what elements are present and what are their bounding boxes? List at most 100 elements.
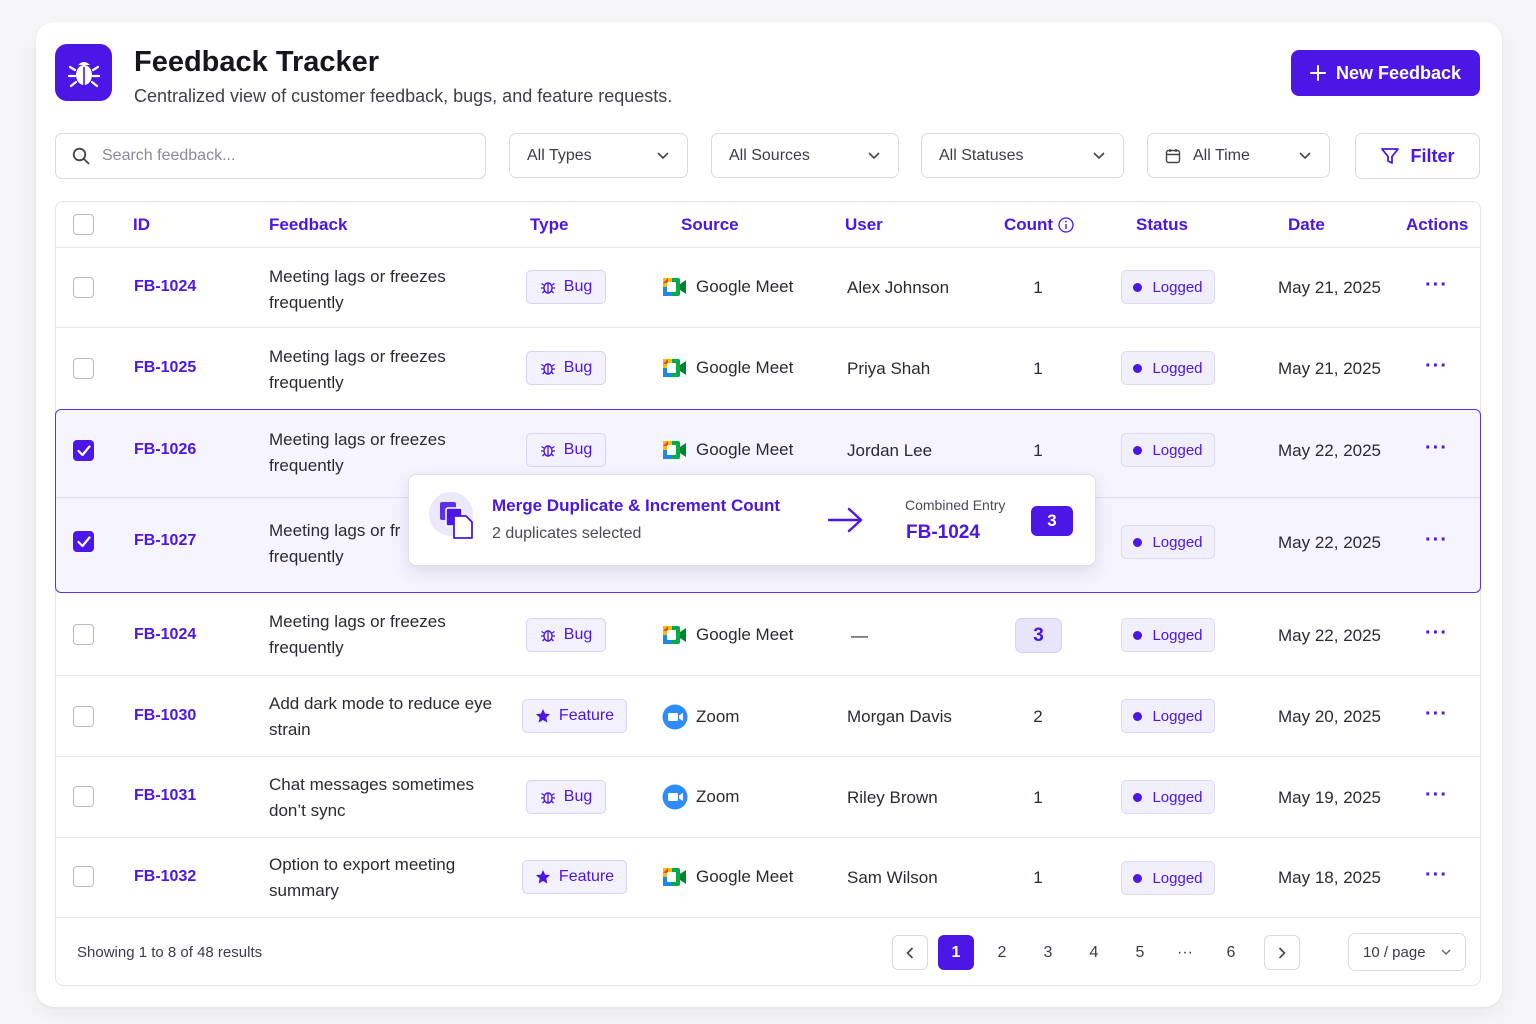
funnel-icon [1381, 148, 1400, 164]
row-feedback: Option to export meeting summary [269, 855, 456, 900]
row-checkbox-checked[interactable] [73, 531, 94, 552]
column-header-user[interactable]: User [845, 215, 883, 235]
row-id[interactable]: FB-1025 [134, 359, 196, 377]
page-button-5[interactable]: 5 [1122, 935, 1158, 970]
row-checkbox[interactable] [73, 786, 94, 807]
status-label: Logged [1152, 359, 1203, 377]
row-actions-menu-icon[interactable]: ··· [1425, 622, 1448, 645]
page-button-1[interactable]: 1 [938, 935, 974, 970]
column-header-status[interactable]: Status [1136, 215, 1188, 235]
type-badge: Bug [526, 270, 606, 304]
source-filter-select[interactable]: All Sources [711, 133, 899, 178]
prev-page-button[interactable] [892, 935, 928, 970]
row-id[interactable]: FB-1032 [134, 868, 196, 886]
row-id[interactable]: FB-1024 [134, 626, 196, 644]
zoom-icon [662, 704, 688, 730]
source-label: Google Meet [696, 358, 794, 377]
row-divider [56, 327, 1480, 328]
row-divider [56, 917, 1480, 918]
row-checkbox[interactable] [73, 277, 94, 298]
row-checkbox[interactable] [73, 866, 94, 887]
filter-label: Filter [1410, 145, 1455, 166]
row-count: 2 [1033, 707, 1043, 726]
status-dot-icon [1133, 282, 1143, 292]
column-header-type[interactable]: Type [530, 215, 568, 235]
star-icon [535, 709, 551, 723]
source-label: Zoom [696, 707, 740, 726]
row-feedback: Meeting lags or freezes frequently [269, 430, 446, 475]
row-date: May 22, 2025 [1278, 533, 1382, 552]
new-feedback-button[interactable]: New Feedback [1291, 50, 1480, 96]
row-id[interactable]: FB-1024 [134, 278, 196, 296]
row-checkbox[interactable] [73, 358, 94, 379]
status-filter-value: All Statuses [939, 146, 1024, 164]
status-badge: Logged [1121, 433, 1215, 467]
row-id[interactable]: FB-1031 [134, 787, 196, 805]
source-label: Zoom [696, 787, 740, 806]
row-id[interactable]: FB-1026 [134, 441, 196, 459]
row-actions-menu-icon[interactable]: ··· [1425, 703, 1448, 726]
row-checkbox-checked[interactable] [73, 440, 94, 461]
merge-duplicates-popup[interactable]: Merge Duplicate & Increment Count 2 dupl… [408, 474, 1096, 566]
status-dot-icon [1133, 363, 1143, 373]
merge-title: Merge Duplicate & Increment Count [492, 496, 781, 515]
page-button-6[interactable]: 6 [1213, 935, 1249, 970]
status-filter-select[interactable]: All Statuses [921, 133, 1124, 178]
page-button-3[interactable]: 3 [1030, 935, 1066, 970]
row-actions-menu-icon[interactable]: ··· [1425, 355, 1448, 378]
type-label: Feature [558, 868, 615, 885]
column-header-source[interactable]: Source [681, 215, 739, 235]
row-actions-menu-icon[interactable]: ··· [1425, 784, 1448, 807]
row-divider [56, 247, 1480, 248]
status-badge: Logged [1121, 351, 1215, 385]
row-user: — [851, 626, 868, 645]
chevron-down-icon [1093, 151, 1105, 159]
row-actions-menu-icon[interactable]: ··· [1425, 274, 1448, 297]
per-page-select[interactable]: 10 / page [1348, 933, 1466, 971]
select-all-checkbox[interactable] [73, 214, 94, 235]
page-button-2[interactable]: 2 [984, 935, 1020, 970]
type-badge: Bug [526, 780, 606, 814]
column-header-date[interactable]: Date [1288, 215, 1325, 235]
row-id[interactable]: FB-1027 [134, 532, 196, 550]
chevron-left-icon [906, 946, 914, 959]
row-count: 1 [1033, 441, 1043, 460]
status-label: Logged [1152, 788, 1203, 806]
checkmark-icon [76, 535, 91, 547]
status-label: Logged [1152, 707, 1203, 725]
column-header-feedback[interactable]: Feedback [269, 215, 347, 235]
combined-entry-label: Combined Entry [905, 497, 1006, 513]
duplicate-icon [440, 502, 473, 539]
row-actions-menu-icon[interactable]: ··· [1425, 437, 1448, 460]
type-badge: Bug [526, 618, 606, 652]
filter-button[interactable]: Filter [1355, 133, 1480, 179]
row-checkbox[interactable] [73, 624, 94, 645]
page-button-4[interactable]: 4 [1076, 935, 1112, 970]
status-dot-icon [1133, 873, 1143, 883]
row-feedback: Meeting lags or freezes frequently [269, 347, 446, 392]
search-box[interactable] [55, 133, 486, 179]
next-page-button[interactable] [1264, 935, 1300, 970]
row-user: Sam Wilson [847, 868, 938, 887]
row-actions-menu-icon[interactable]: ··· [1425, 864, 1448, 887]
chevron-down-icon [868, 151, 880, 159]
search-input[interactable] [102, 147, 462, 165]
type-filter-select[interactable]: All Types [509, 133, 688, 178]
info-icon[interactable] [1058, 217, 1074, 233]
time-filter-select[interactable]: All Time [1147, 133, 1330, 178]
status-dot-icon [1133, 445, 1143, 455]
row-checkbox[interactable] [73, 706, 94, 727]
source-label: Google Meet [696, 440, 794, 459]
bug-logo-icon [67, 61, 100, 87]
source-cell: Google Meet [662, 357, 793, 379]
type-badge: Feature [522, 860, 627, 894]
column-header-count[interactable]: Count [1004, 215, 1053, 235]
row-divider [56, 756, 1480, 757]
type-badge: Bug [526, 433, 606, 467]
row-id[interactable]: FB-1030 [134, 707, 196, 725]
results-summary: Showing 1 to 8 of 48 results [77, 944, 263, 961]
status-badge: Logged [1121, 525, 1215, 559]
column-header-id[interactable]: ID [133, 215, 150, 235]
row-actions-menu-icon[interactable]: ··· [1425, 529, 1448, 552]
source-cell: Zoom [662, 704, 739, 730]
